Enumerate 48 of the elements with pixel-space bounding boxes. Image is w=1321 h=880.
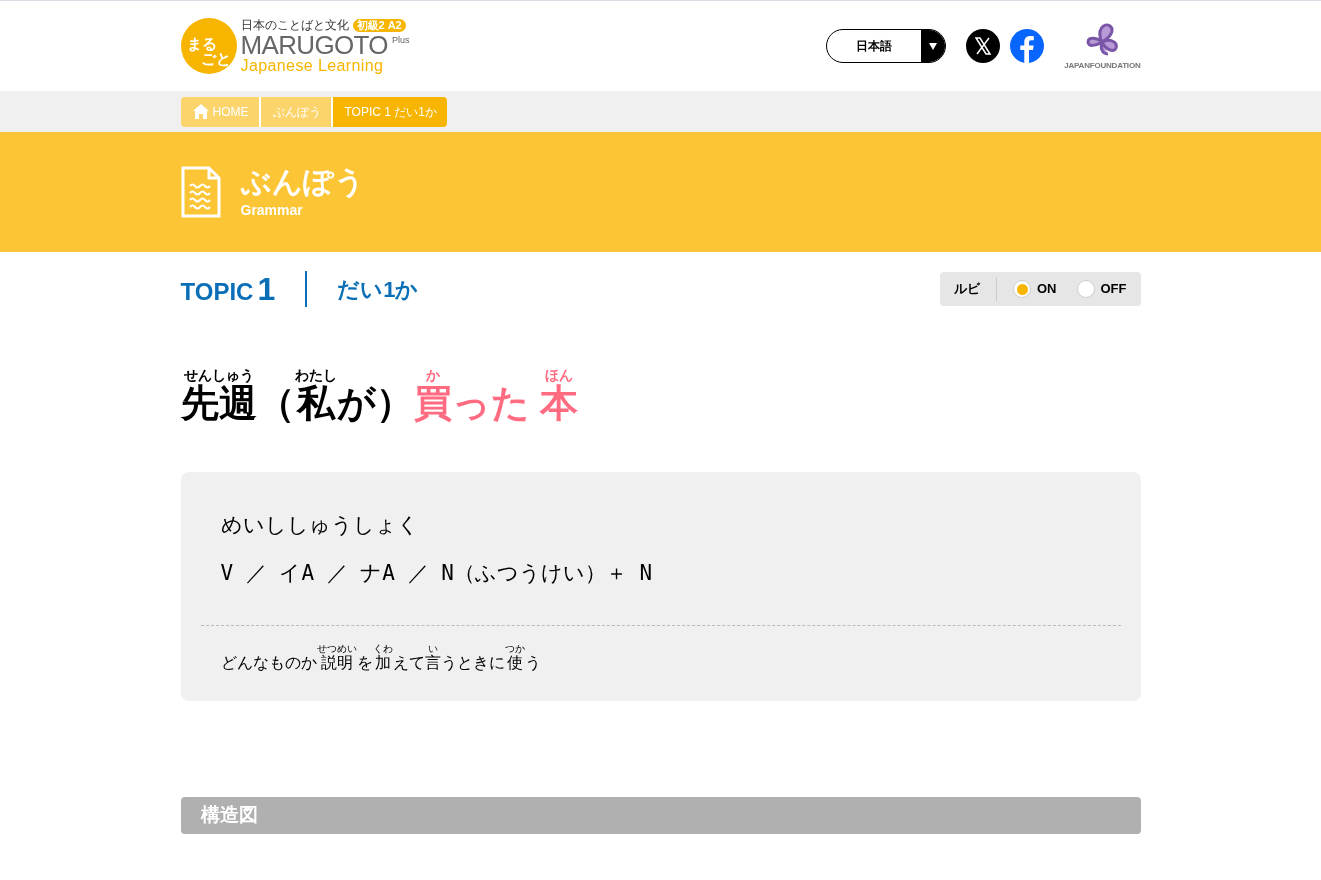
furigana: い xyxy=(427,644,438,654)
radio-button[interactable] xyxy=(1013,280,1031,298)
logo-subtitle: Japanese Learning xyxy=(240,57,385,74)
home-icon xyxy=(192,104,209,119)
ruby-option[interactable]: ON xyxy=(1013,279,1057,299)
usage-text: うときに xyxy=(440,655,505,671)
usage-text: う xyxy=(524,655,541,671)
usage-text: えて xyxy=(392,655,425,671)
sentence-text: った xyxy=(451,384,531,422)
grammar-pattern: V ／ イA ／ ナA ／ N（ふつうけい）＋ N xyxy=(220,559,654,587)
x-icon[interactable] xyxy=(966,29,1001,63)
sentence-text: が） xyxy=(336,384,414,422)
sentence-text: 先週 xyxy=(180,384,257,422)
page-subtitle: Grammar xyxy=(240,201,304,221)
furigana: せつめい xyxy=(316,644,357,654)
furigana: わたし xyxy=(294,368,337,382)
section-title: 構造図 xyxy=(200,803,258,828)
foundation-name: JAPANFOUNDATION xyxy=(1064,60,1141,72)
level-badge: 初級2 A2 xyxy=(352,18,406,32)
topic-label: TOPIC 1 xyxy=(180,270,276,309)
grammar-name: めいししゅうしょく xyxy=(220,512,420,539)
usage-text: 説明 xyxy=(320,655,353,671)
usage-text: 使 xyxy=(506,655,523,671)
caret-icon xyxy=(929,42,938,50)
usage-text: を xyxy=(356,655,373,671)
ruby-label: ルビ xyxy=(954,277,997,301)
radio-button[interactable] xyxy=(1076,280,1095,298)
page-title: ぶんぽう xyxy=(240,163,365,200)
furigana: つか xyxy=(504,644,525,654)
furigana: ほん xyxy=(545,368,574,382)
logo-tagline: 日本のことばと文化 xyxy=(240,19,349,31)
furigana: か xyxy=(425,368,440,382)
usage-text: 加 xyxy=(374,655,391,671)
document-icon xyxy=(180,166,221,218)
facebook-icon[interactable] xyxy=(1010,29,1045,63)
usage-text: 言 xyxy=(424,655,441,671)
logo-plus: Plus xyxy=(391,35,410,45)
sentence-text: 本 xyxy=(540,384,579,422)
sentence-text: 買 xyxy=(413,384,452,422)
furigana: くわ xyxy=(372,644,393,654)
lesson-title: だい1か xyxy=(337,275,419,304)
usage-text: どんなものか xyxy=(220,655,317,671)
furigana: せんしゅう xyxy=(183,368,254,382)
logo-name: MARUGOTO xyxy=(240,31,388,58)
sentence-text: （ xyxy=(256,384,295,422)
language-select[interactable]: 日本語 xyxy=(826,29,947,63)
logo-mark: まる ごと xyxy=(180,18,237,74)
ruby-option[interactable]: OFF xyxy=(1076,279,1127,299)
